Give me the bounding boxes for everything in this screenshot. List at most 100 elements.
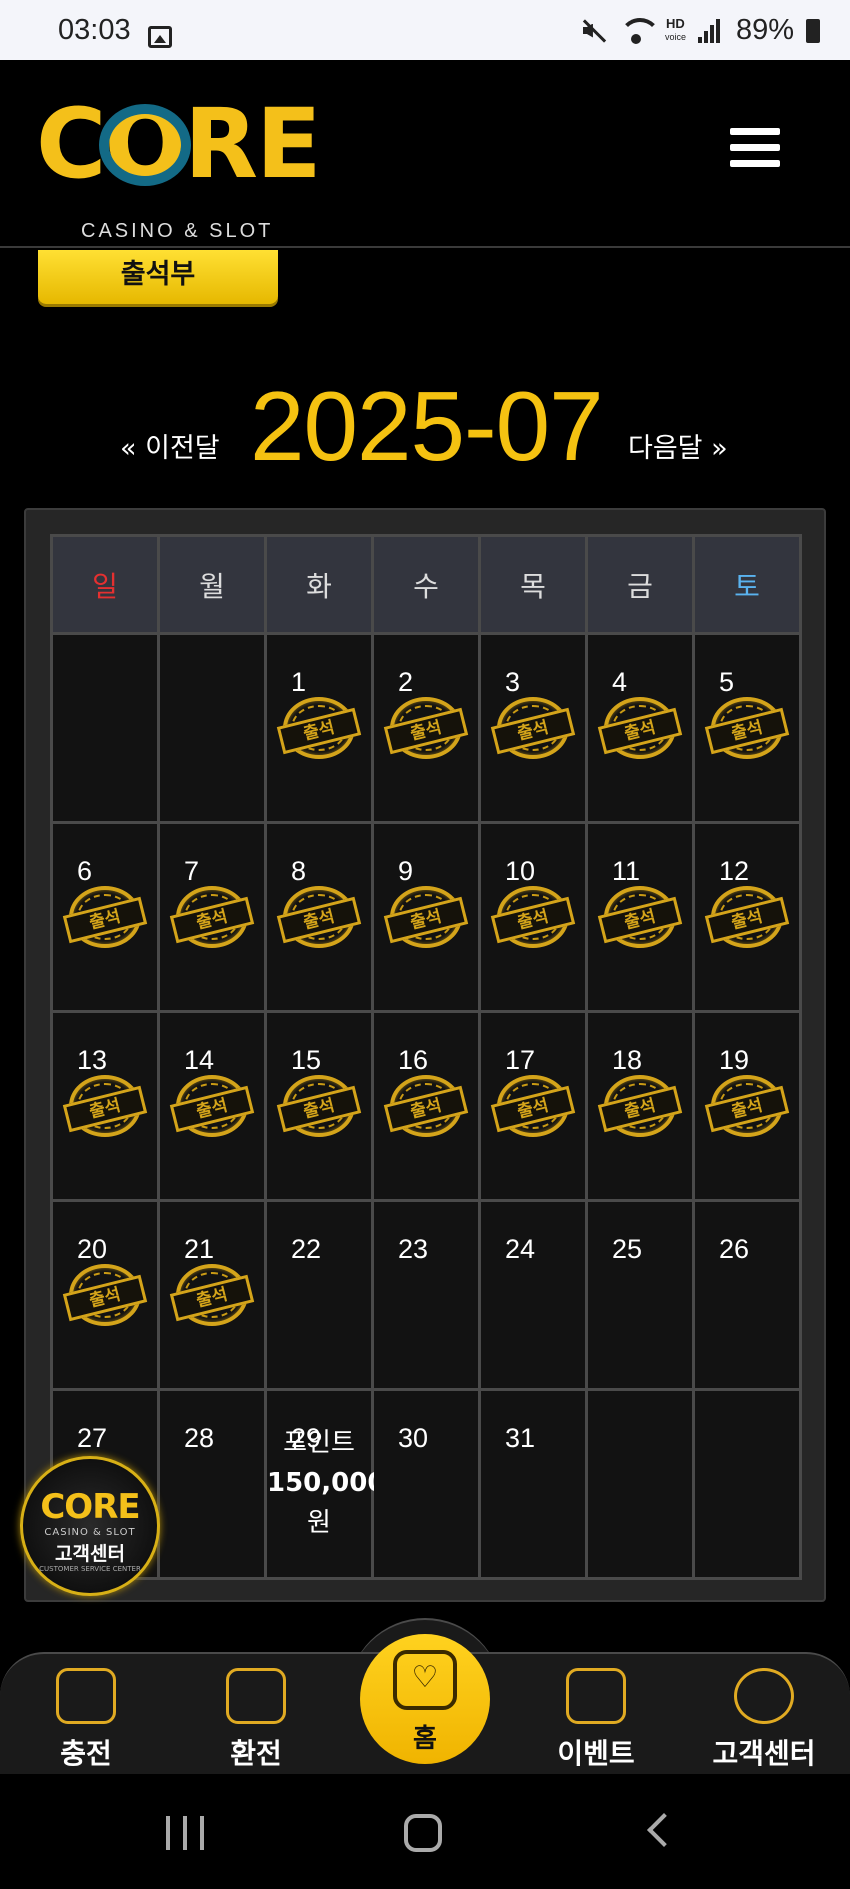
stamp-label: 출석 [276, 707, 362, 755]
customer-service-badge[interactable]: CORE CASINO & SLOT 고객센터 CUSTOMER SERVICE… [20, 1456, 160, 1596]
attendance-stamp-icon: 출석 [490, 697, 576, 759]
stamp-label: 출석 [62, 1274, 148, 1322]
home-heart-icon [393, 1650, 457, 1710]
stamp-label: 출석 [169, 896, 255, 944]
nav-event-label: 이벤트 [557, 1737, 635, 1770]
calendar-day-28: 28 [157, 1388, 267, 1580]
core-logo[interactable]: CORE CASINO & SLOT [36, 96, 326, 242]
attendance-stamp-icon: 출석 [276, 697, 362, 759]
status-icons: HD voice 89% [581, 14, 820, 47]
nav-support[interactable]: 고객센터 [704, 1668, 824, 1772]
attendance-stamp-icon: 출석 [704, 697, 790, 759]
month-navigation: « 이전달 2025-07 다음달 » [0, 370, 850, 481]
weekday-mon: 월 [157, 534, 267, 635]
attendance-calendar: 일 월 화 수 목 금 토 1 출석 2 출석 3 출석 4 출석 5 출석 6 출석 7 출석 8 출석 9 출… [24, 508, 826, 1602]
calendar-day-26: 26 [692, 1199, 802, 1391]
attendance-stamp-icon: 출석 [490, 1075, 576, 1137]
day-number: 18 [612, 1045, 643, 1075]
attendance-stamp-icon: 출석 [383, 886, 469, 948]
attendance-stamp-icon: 출석 [383, 1075, 469, 1137]
day-number: 28 [184, 1423, 215, 1453]
attendance-stamp-icon: 출석 [597, 1075, 683, 1137]
calendar-day-6: 6 출석 [50, 821, 160, 1013]
tab-attendance[interactable]: 출석부 [38, 250, 278, 304]
recent-apps-icon[interactable] [166, 1816, 204, 1850]
day-number: 22 [291, 1234, 322, 1264]
attendance-stamp-icon: 출석 [276, 886, 362, 948]
calendar-day-24: 24 [478, 1199, 588, 1391]
day-number: 2 [398, 667, 414, 697]
weekday-sun: 일 [50, 534, 160, 635]
attendance-stamp-icon: 출석 [169, 1075, 255, 1137]
day-number: 12 [719, 856, 750, 886]
calendar-day-20: 20 출석 [50, 1199, 160, 1391]
day-number: 7 [184, 856, 200, 886]
calendar-day-7: 7 출석 [157, 821, 267, 1013]
calendar-day-5: 5 출석 [692, 632, 802, 824]
stamp-label: 출석 [597, 707, 683, 755]
attendance-stamp-icon: 출석 [169, 1264, 255, 1326]
calendar-day-17: 17 출석 [478, 1010, 588, 1202]
attendance-stamp-icon: 출석 [383, 697, 469, 759]
gift-icon [566, 1668, 626, 1724]
prev-month-link[interactable]: « 이전달 [120, 426, 220, 465]
point-unit: 원 [307, 1508, 331, 1538]
badge-label: 고객센터 [55, 1543, 125, 1565]
calendar-day-19: 19 출석 [692, 1010, 802, 1202]
wifi-icon [618, 17, 661, 44]
nav-event[interactable]: 이벤트 [536, 1668, 656, 1772]
calendar-day-13: 13 출석 [50, 1010, 160, 1202]
charge-icon [56, 1668, 116, 1724]
day-number: 4 [612, 667, 628, 697]
attendance-stamp-icon: 출석 [490, 886, 576, 948]
day-number: 26 [719, 1234, 750, 1264]
attendance-stamp-icon: 출석 [704, 886, 790, 948]
calendar-day-21: 21 출석 [157, 1199, 267, 1391]
nav-home-label: 홈 [413, 1724, 437, 1754]
weekday-sat: 토 [692, 534, 802, 635]
calendar-day-3: 3 출석 [478, 632, 588, 824]
nav-charge-label: 충전 [60, 1737, 112, 1770]
calendar-day-empty [692, 1388, 802, 1580]
hamburger-icon[interactable] [730, 128, 780, 170]
calendar-day-14: 14 출석 [157, 1010, 267, 1202]
nav-support-label: 고객센터 [712, 1737, 816, 1770]
attendance-stamp-icon: 출석 [704, 1075, 790, 1137]
exchange-icon [226, 1668, 286, 1724]
day-number: 11 [612, 856, 641, 886]
weekday-header-row: 일 월 화 수 목 금 토 [50, 534, 802, 635]
battery-percent: 89% [735, 14, 794, 46]
day-number: 27 [77, 1423, 108, 1453]
status-bar: 03:03 HD voice 89% [0, 0, 850, 60]
current-month: 2025-07 [250, 371, 604, 481]
nav-home[interactable]: 홈 [360, 1634, 490, 1764]
day-number: 24 [505, 1234, 536, 1264]
calendar-day-8: 8 출석 [264, 821, 374, 1013]
system-home-icon[interactable] [404, 1814, 442, 1852]
stamp-label: 출석 [276, 896, 362, 944]
weekday-thu: 목 [478, 534, 588, 635]
day-number: 21 [184, 1234, 215, 1264]
day-number: 15 [291, 1045, 322, 1075]
nav-exchange[interactable]: 환전 [196, 1668, 316, 1772]
next-month-link[interactable]: 다음달 » [628, 426, 728, 465]
calendar-week-row: 13 출석 14 출석 15 출석 16 출석 17 출석 18 출석 19 출석 [50, 1010, 802, 1202]
calendar-day-1: 1 출석 [264, 632, 374, 824]
stamp-label: 출석 [490, 1085, 576, 1133]
day-number: 6 [77, 856, 93, 886]
calendar-day-30: 30 [371, 1388, 481, 1580]
calendar-day-23: 23 [371, 1199, 481, 1391]
stamp-label: 출석 [490, 707, 576, 755]
day-number: 16 [398, 1045, 429, 1075]
stamp-label: 출석 [597, 1085, 683, 1133]
weekday-fri: 금 [585, 534, 695, 635]
day-number: 17 [505, 1045, 536, 1075]
attendance-stamp-icon: 출석 [169, 886, 255, 948]
calendar-day-22: 22 [264, 1199, 374, 1391]
point-amount: 150,000 [267, 1468, 386, 1498]
back-icon[interactable] [647, 1813, 681, 1847]
stamp-label: 출석 [704, 707, 790, 755]
nav-charge[interactable]: 충전 [26, 1668, 146, 1772]
badge-logo: CORE [40, 1487, 140, 1527]
calendar-day-10: 10 출석 [478, 821, 588, 1013]
